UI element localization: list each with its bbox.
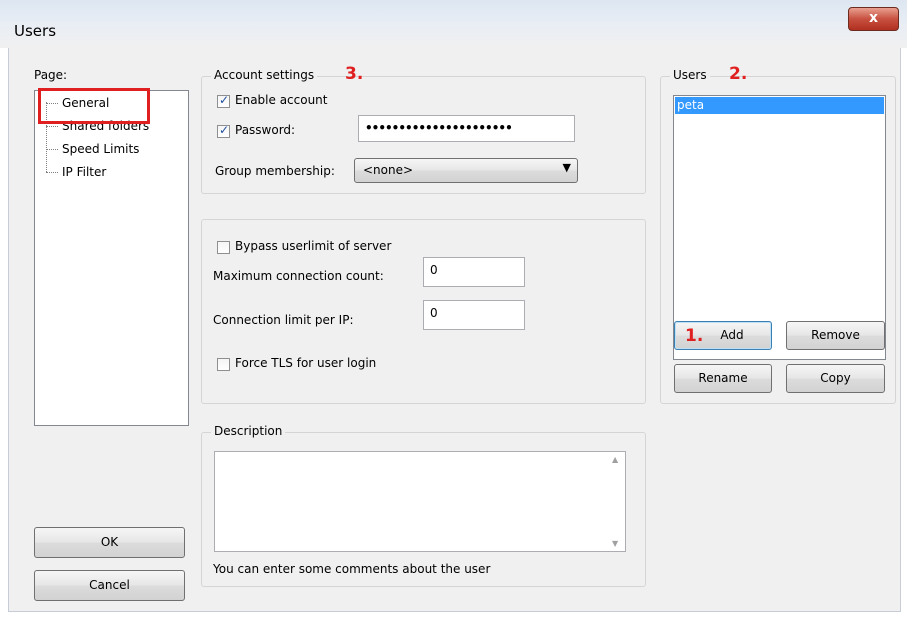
group-membership-label: Group membership: — [215, 164, 335, 178]
per-ip-limit-label: Connection limit per IP: — [213, 313, 354, 327]
remove-user-button[interactable]: Remove — [786, 321, 885, 350]
page-tree[interactable] — [34, 90, 189, 426]
cancel-button[interactable]: Cancel — [34, 570, 185, 601]
close-icon: x — [868, 10, 879, 26]
per-ip-limit-field[interactable]: 0 — [423, 300, 525, 330]
force-tls-checkbox[interactable] — [217, 358, 230, 371]
max-connection-label: Maximum connection count: — [213, 269, 384, 283]
tree-item-ip-filter[interactable]: IP Filter — [62, 165, 106, 179]
page-label: Page: — [34, 68, 68, 82]
password-label[interactable]: Password: — [235, 123, 295, 137]
step-3-annotation: 3. — [345, 64, 364, 84]
force-tls-label[interactable]: Force TLS for user login — [235, 356, 376, 370]
step-1-annotation: 1. — [685, 326, 704, 346]
max-connection-field[interactable]: 0 — [423, 257, 525, 287]
scroll-down-icon[interactable]: ▼ — [612, 539, 618, 548]
enable-account-checkbox[interactable] — [217, 93, 230, 108]
step-2-annotation: 2. — [729, 64, 748, 84]
ok-button-label: OK — [100, 535, 119, 549]
chevron-down-icon: ▼ — [562, 161, 571, 174]
description-legend: Description — [211, 424, 286, 438]
bypass-userlimit-checkbox[interactable] — [217, 241, 230, 254]
copy-user-button-label: Copy — [820, 371, 851, 385]
bypass-userlimit-label[interactable]: Bypass userlimit of server — [235, 239, 391, 253]
users-list-item[interactable]: peta — [675, 97, 884, 114]
account-settings-legend: Account settings — [211, 68, 318, 82]
copy-user-button[interactable]: Copy — [786, 364, 885, 393]
description-scrollbar[interactable]: ▲ ▼ — [608, 452, 625, 551]
dialog-body: Page: General Shared folders Speed Limit… — [8, 48, 901, 612]
tree-connector — [46, 126, 58, 127]
description-textarea[interactable]: ▲ ▼ — [214, 451, 626, 552]
tree-connector — [46, 172, 58, 173]
rename-user-button-label: Rename — [698, 371, 748, 385]
add-user-button-label: Add — [720, 328, 744, 342]
general-highlight-box — [38, 88, 150, 124]
ok-button[interactable]: OK — [34, 527, 185, 558]
title-bar: Users x — [0, 0, 907, 48]
tree-item-speed-limits[interactable]: Speed Limits — [62, 142, 139, 156]
description-hint: You can enter some comments about the us… — [213, 562, 491, 576]
remove-user-button-label: Remove — [811, 328, 860, 342]
enable-account-label[interactable]: Enable account — [235, 93, 328, 107]
scroll-up-icon[interactable]: ▲ — [612, 455, 618, 464]
users-legend: Users — [670, 68, 710, 82]
rename-user-button[interactable]: Rename — [674, 364, 772, 393]
window-title: Users — [14, 22, 57, 40]
group-membership-value: <none> — [363, 163, 414, 177]
tree-connector — [46, 149, 58, 150]
cancel-button-label: Cancel — [89, 578, 130, 592]
password-field[interactable]: •••••••••••••••••••••• — [358, 115, 575, 142]
group-membership-select[interactable]: <none> ▼ — [354, 158, 578, 183]
password-checkbox[interactable] — [217, 123, 230, 138]
close-button[interactable]: x — [848, 7, 899, 31]
